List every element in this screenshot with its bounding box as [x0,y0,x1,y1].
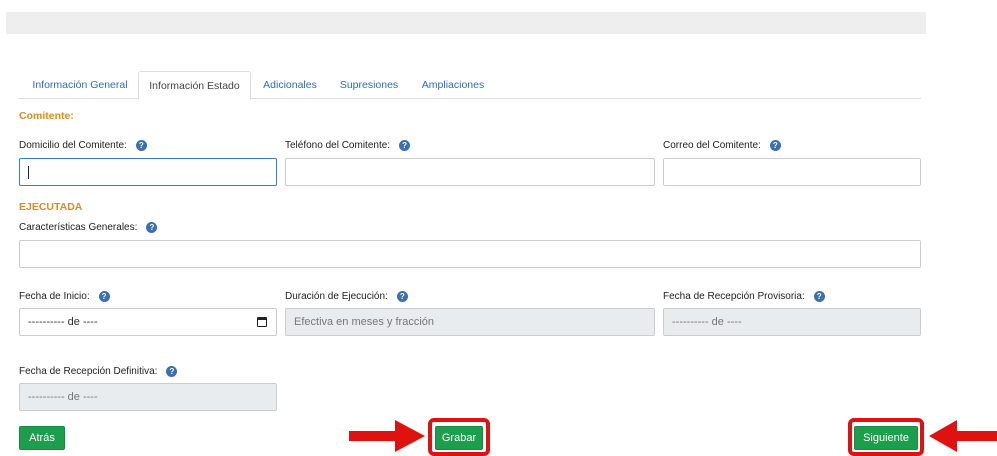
domicilio-input[interactable] [19,158,277,186]
tab-informacion-general[interactable]: Información General [22,71,138,99]
siguiente-button[interactable]: Siguiente [854,426,918,450]
help-icon[interactable]: ? [396,291,408,302]
tab-supresiones[interactable]: Supresiones [334,71,404,99]
caracteristicas-input[interactable] [19,240,921,268]
correo-label-text: Correo del Comitente: [663,140,761,151]
help-icon[interactable]: ? [98,291,110,302]
ejecutada-section-title: EJECUTADA [19,201,83,213]
domicilio-label: Domicilio del Comitente: ? [19,140,147,151]
help-icon[interactable]: ? [399,140,411,151]
help-icon[interactable]: ? [146,222,158,233]
left-arrow-icon [929,420,997,452]
caracteristicas-label: Características Generales: ? [19,222,158,233]
tab-bar: Información General Información Estado A… [18,71,921,100]
comitente-section-title: Comitente: [19,110,74,122]
recepcion-provisoria-label: Fecha de Recepción Provisoria: ? [663,291,825,302]
recepcion-provisoria-label-text: Fecha de Recepción Provisoria: [663,291,805,302]
caracteristicas-label-text: Características Generales: [19,222,138,233]
top-bar [6,12,926,34]
atras-button[interactable]: Atrás [19,426,65,450]
fecha-inicio-label-text: Fecha de Inicio: [19,291,90,302]
recepcion-provisoria-value: ---------- de ---- [672,316,742,328]
telefono-label-text: Teléfono del Comitente: [285,140,391,151]
right-arrow-icon [349,420,425,452]
tab-ampliaciones[interactable]: Ampliaciones [416,71,490,99]
duracion-placeholder: Efectiva en meses y fracción [294,316,435,328]
recepcion-definitiva-label-text: Fecha de Recepción Definitiva: [19,366,158,377]
help-icon[interactable]: ? [166,366,178,377]
fecha-inicio-value: ---------- de ---- [28,316,98,328]
correo-label: Correo del Comitente: ? [663,140,781,151]
grabar-button[interactable]: Grabar [435,426,483,450]
duracion-label: Duración de Ejecución: ? [285,291,408,302]
recepcion-definitiva-label: Fecha de Recepción Definitiva: ? [19,366,178,377]
telefono-label: Teléfono del Comitente: ? [285,140,411,151]
tab-adicionales[interactable]: Adicionales [256,71,324,99]
duracion-label-text: Duración de Ejecución: [285,291,388,302]
correo-input[interactable] [663,158,921,186]
help-icon[interactable]: ? [135,140,147,151]
fecha-inicio-label: Fecha de Inicio: ? [19,291,110,302]
telefono-input[interactable] [285,158,655,186]
help-icon[interactable]: ? [813,291,825,302]
text-cursor [28,165,29,179]
tab-informacion-estado[interactable]: Información Estado [138,71,251,100]
recepcion-definitiva-value: ---------- de ---- [28,391,98,403]
calendar-icon[interactable] [257,317,267,327]
fecha-inicio-input[interactable]: ---------- de ---- [19,308,277,336]
recepcion-provisoria-input: ---------- de ---- [663,308,921,336]
recepcion-definitiva-input: ---------- de ---- [19,383,277,411]
help-icon[interactable]: ? [769,140,781,151]
duracion-input: Efectiva en meses y fracción [285,308,655,336]
domicilio-label-text: Domicilio del Comitente: [19,140,127,151]
